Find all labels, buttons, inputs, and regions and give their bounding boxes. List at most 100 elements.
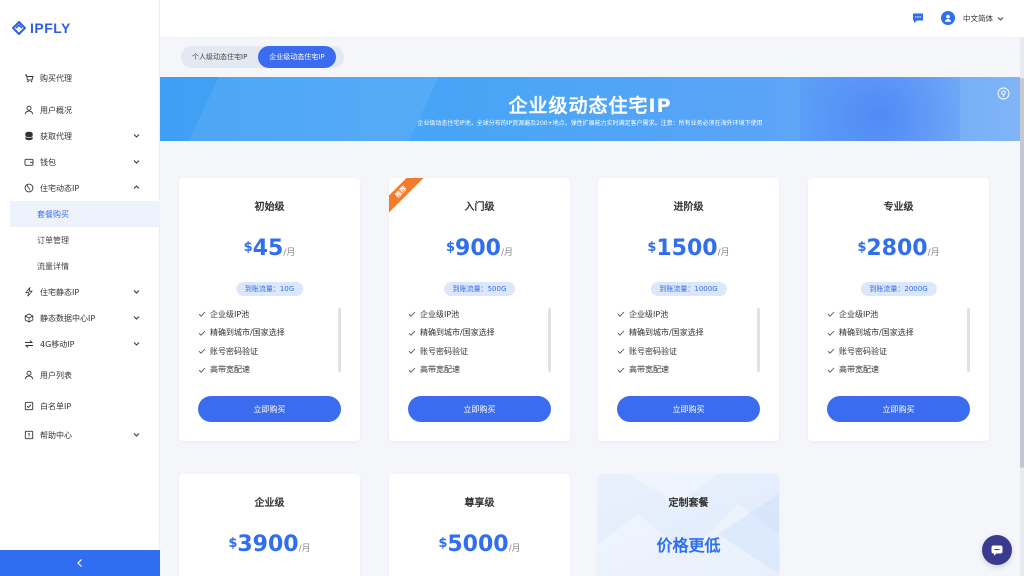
sidebar-item-residential-static-ip[interactable]: 住宅静态IP — [0, 279, 160, 305]
check-icon — [408, 348, 416, 355]
check-icon — [617, 367, 625, 373]
feature-scrollbar[interactable] — [757, 308, 760, 372]
plan-card-professional: 专业级 $2800/月 到账流量：2000G 企业级IP池 精确到城市/国家选择… — [808, 178, 989, 441]
feature-item: 高带宽配速 — [617, 361, 757, 380]
traffic-badge: 到账流量：500G — [443, 282, 516, 296]
banner-title: 企业级动态住宅IP — [508, 95, 672, 117]
page-scrollbar-thumb[interactable] — [1020, 78, 1024, 468]
check-icon — [617, 311, 625, 318]
plan-card-premium: 尊享级 $5000/月 — [389, 474, 570, 576]
check-icon — [198, 348, 206, 355]
buy-now-button[interactable]: 立即购买 — [198, 396, 341, 422]
check-icon — [617, 330, 625, 336]
buy-now-button[interactable]: 立即购买 — [408, 396, 551, 422]
sidebar-subitem-package-purchase[interactable]: 套餐购买 — [10, 201, 160, 227]
sidebar-item-label: 购买代理 — [40, 73, 72, 83]
price-unit: /月 — [927, 248, 940, 258]
sidebar-item-wallet[interactable]: 钱包 — [0, 149, 160, 175]
chat-icon — [991, 545, 1003, 556]
check-icon — [198, 367, 206, 373]
price-currency: $ — [243, 240, 253, 255]
chevron-down-icon — [133, 433, 140, 437]
feature-item: 精确到城市/国家选择 — [408, 324, 548, 343]
sidebar-subitem-traffic-details[interactable]: 流量详情 — [0, 253, 160, 279]
sidebar-subitem-order-management[interactable]: 订单管理 — [0, 227, 160, 253]
sidebar-collapse-button[interactable] — [0, 550, 160, 576]
feature-item: 高带宽配速 — [827, 361, 967, 380]
plan-price: $900/月 — [389, 236, 570, 261]
sidebar-item-user-overview[interactable]: 用户概况 — [0, 97, 160, 123]
chevron-down-icon — [133, 290, 140, 294]
plan-card-enterprise: 企业级 $3900/月 — [179, 474, 360, 576]
sidebar-item-get-proxy[interactable]: 获取代理 — [0, 123, 160, 149]
cart-icon — [24, 73, 34, 83]
feature-item: 精确到城市/国家选择 — [617, 324, 757, 343]
tab-personal-dynamic-ip[interactable]: 个人级动态住宅IP — [181, 46, 258, 68]
feature-item: 企业级IP池 — [827, 305, 967, 324]
chat-support-button[interactable] — [982, 535, 1012, 565]
page-scrollbar-track[interactable] — [1020, 38, 1024, 576]
sidebar-item-label: 帮助中心 — [40, 430, 72, 440]
language-label: 中文简体 — [963, 13, 993, 23]
check-icon — [827, 330, 835, 336]
feature-scrollbar[interactable] — [967, 308, 970, 372]
feature-label: 账号密码验证 — [629, 346, 677, 356]
feature-item: 账号密码验证 — [198, 342, 338, 361]
message-icon[interactable] — [911, 11, 925, 25]
chevron-left-icon — [77, 559, 82, 567]
traffic-badge: 到账流量：1000G — [650, 282, 727, 296]
sidebar-item-static-datacenter-ip[interactable]: 静态数据中心IP — [0, 305, 160, 331]
buy-now-button[interactable]: 立即购买 — [827, 396, 970, 422]
check-icon — [827, 367, 835, 373]
help-icon — [24, 430, 34, 440]
user-list-icon — [24, 370, 34, 380]
logo-icon — [12, 21, 26, 35]
feature-list: 企业级IP池 精确到城市/国家选择 账号密码验证 高带宽配速 — [198, 305, 338, 379]
feature-list: 企业级IP池 精确到城市/国家选择 账号密码验证 高带宽配速 — [408, 305, 548, 379]
database-icon — [24, 131, 34, 141]
sidebar-item-whitelist-ip[interactable]: 白名单IP — [0, 393, 160, 419]
chevron-down-icon — [133, 316, 140, 320]
feature-list: 企业级IP池 精确到城市/国家选择 账号密码验证 高带宽配速 — [827, 305, 967, 379]
sidebar-item-label: 钱包 — [40, 157, 56, 167]
feature-item: 账号密码验证 — [408, 342, 548, 361]
sidebar-item-label: 住宅静态IP — [40, 287, 80, 297]
plan-name: 尊享级 — [464, 498, 495, 509]
plan-price: $3900/月 — [179, 532, 360, 557]
swap-icon — [24, 339, 34, 349]
price-unit: /月 — [283, 248, 296, 258]
check-icon — [408, 367, 416, 373]
sidebar-nav: 购买代理 用户概况 获取代理 钱包 住宅动态IP 套餐购买 订单管理 流量详情 … — [0, 66, 160, 448]
price-amount: 900 — [455, 236, 501, 261]
chevron-up-icon — [133, 185, 140, 189]
chevron-down-icon — [133, 342, 140, 346]
feature-scrollbar[interactable] — [548, 308, 551, 372]
plan-card-custom[interactable]: 定制套餐 价格更低 — [598, 474, 779, 576]
tab-enterprise-dynamic-ip[interactable]: 企业级动态住宅IP — [258, 46, 336, 68]
sidebar-item-4g-mobile-ip[interactable]: 4G移动IP — [0, 331, 160, 357]
price-currency: $ — [445, 240, 456, 255]
language-selector[interactable]: 中文简体 — [963, 13, 1004, 24]
feature-label: 企业级IP池 — [629, 309, 669, 319]
sidebar-item-buy-proxy[interactable]: 购买代理 — [0, 66, 160, 90]
feature-item: 高带宽配速 — [408, 361, 548, 380]
sidebar-item-label: 静态数据中心IP — [40, 313, 96, 323]
avatar[interactable] — [941, 11, 955, 25]
plan-name: 专业级 — [883, 202, 914, 213]
brand-logo[interactable]: IPFLY — [12, 20, 71, 36]
plan-name: 企业级 — [254, 498, 285, 509]
sidebar-item-label: 白名单IP — [40, 401, 72, 411]
traffic-badge: 到账流量：2000G — [860, 282, 937, 296]
feature-item: 精确到城市/国家选择 — [827, 324, 967, 343]
sidebar-item-user-list[interactable]: 用户列表 — [0, 362, 160, 388]
bolt-icon — [24, 287, 34, 297]
feature-scrollbar[interactable] — [338, 308, 341, 372]
custom-card-pattern — [598, 474, 779, 576]
sidebar-item-residential-dynamic-ip[interactable]: 住宅动态IP — [0, 175, 160, 201]
price-amount: 5000 — [447, 532, 509, 557]
sidebar-item-help-center[interactable]: 帮助中心 — [0, 422, 160, 448]
buy-now-button[interactable]: 立即购买 — [617, 396, 760, 422]
location-icon[interactable] — [997, 87, 1010, 100]
plan-name: 进阶级 — [673, 202, 704, 213]
hero-banner: 企业级动态住宅IP 企业级动态住宅IP池，全球分布的IP资源遍及200+地点，弹… — [160, 77, 1020, 141]
